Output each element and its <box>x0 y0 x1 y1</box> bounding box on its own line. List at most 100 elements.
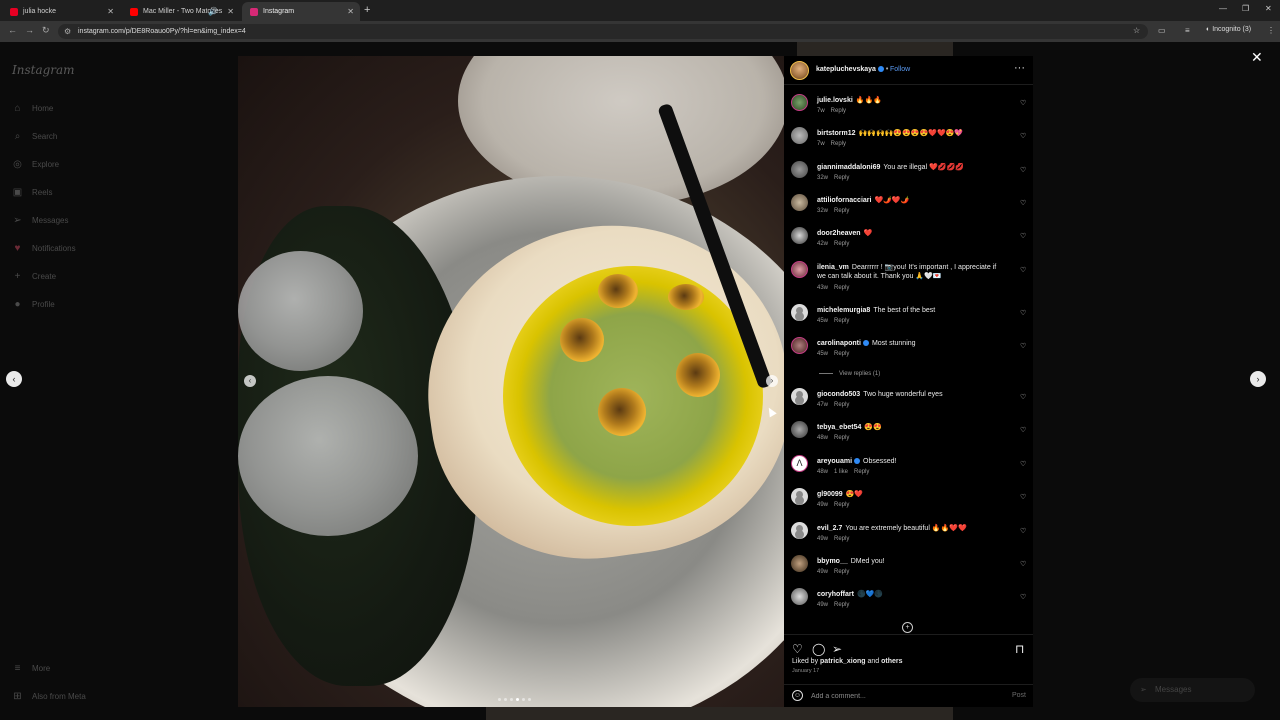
comment-avatar[interactable]: Λ <box>791 455 808 472</box>
incognito-badge[interactable]: ◐ Incognito (3) <box>1206 26 1251 33</box>
photo-prev-icon[interactable]: ‹ <box>244 375 256 387</box>
comment-username[interactable]: giannimaddaloni69 <box>817 164 880 171</box>
emoji-picker-icon[interactable]: ☺ <box>792 690 803 701</box>
comments-list[interactable]: julie.lovski 🔥🔥🔥 7w Reply ♡ birtstorm12 🙌🙌🙌… <box>784 94 1033 634</box>
comment-username[interactable]: coryhoffart <box>817 591 854 598</box>
like-comment-heart-icon[interactable]: ♡ <box>1020 199 1026 207</box>
share-send-icon[interactable]: ➢ <box>832 643 842 655</box>
reply-button[interactable]: Reply <box>834 502 849 508</box>
close-tab-icon[interactable]: ✕ <box>227 7 234 16</box>
previous-post-icon[interactable]: ‹ <box>6 371 22 387</box>
speaker-icon[interactable]: 🔊 <box>208 7 218 16</box>
load-more-comments-icon[interactable]: + <box>902 622 913 633</box>
save-bookmark-icon[interactable]: ⊓ <box>1015 643 1024 655</box>
browser-tab[interactable]: julia hocke ✕ <box>2 2 120 21</box>
sidebar-item-more[interactable]: ≡ More <box>12 663 51 674</box>
sidebar-item-also-from-meta[interactable]: ⊞ Also from Meta <box>12 691 86 702</box>
reply-button[interactable]: Reply <box>834 285 849 291</box>
like-comment-heart-icon[interactable]: ♡ <box>1020 132 1026 140</box>
reply-button[interactable]: Reply <box>834 175 849 181</box>
reply-button[interactable]: Reply <box>831 108 846 114</box>
restore-icon[interactable]: ❐ <box>1242 4 1249 13</box>
comment-avatar[interactable] <box>791 94 808 111</box>
next-post-icon[interactable]: › <box>1250 371 1266 387</box>
view-replies-button[interactable]: View replies (1) <box>819 371 880 377</box>
like-comment-heart-icon[interactable]: ♡ <box>1020 460 1026 468</box>
post-date[interactable]: January 17 <box>792 668 819 674</box>
author-username[interactable]: katepluchevskaya • <box>816 66 888 73</box>
menu-icon[interactable]: ⋮ <box>1267 26 1275 35</box>
like-comment-heart-icon[interactable]: ♡ <box>1020 99 1026 107</box>
messages-floating-button[interactable]: ➢ Messages <box>1130 678 1255 702</box>
comment-like-count[interactable]: 1 like <box>834 469 848 475</box>
comment-username[interactable]: attiliofornacciari <box>817 197 871 204</box>
like-heart-icon[interactable]: ♡ <box>792 643 803 655</box>
comment-avatar[interactable] <box>791 555 808 572</box>
sidebar-item-home[interactable]: ⌂ Home <box>12 103 53 114</box>
post-photo[interactable]: ‹ › <box>238 56 784 707</box>
sidebar-item-explore[interactable]: ◎ Explore <box>12 159 59 170</box>
photo-next-icon[interactable]: › <box>766 375 778 387</box>
reply-button[interactable]: Reply <box>834 402 849 408</box>
reply-button[interactable]: Reply <box>834 536 849 542</box>
comment-avatar[interactable] <box>791 388 808 405</box>
back-icon[interactable]: ← <box>8 25 17 35</box>
sidebar-item-profile[interactable]: ● Profile <box>12 299 54 310</box>
comment-username[interactable]: carolinaponti <box>817 340 869 347</box>
reply-button[interactable]: Reply <box>834 351 849 357</box>
like-comment-heart-icon[interactable]: ♡ <box>1020 393 1026 401</box>
post-comment-button[interactable]: Post <box>1012 692 1026 699</box>
comment-input[interactable] <box>811 689 1001 703</box>
like-comment-heart-icon[interactable]: ♡ <box>1020 309 1026 317</box>
close-tab-icon[interactable]: ✕ <box>107 7 114 16</box>
comment-avatar[interactable] <box>791 161 808 178</box>
comment-avatar[interactable] <box>791 194 808 211</box>
comment-avatar[interactable] <box>791 588 808 605</box>
comment-avatar[interactable] <box>791 227 808 244</box>
reply-button[interactable]: Reply <box>834 569 849 575</box>
like-comment-heart-icon[interactable]: ♡ <box>1020 232 1026 240</box>
sidebar-item-create[interactable]: + Create <box>12 271 56 282</box>
comment-username[interactable]: julie.lovski <box>817 97 853 104</box>
browser-tab[interactable]: Mac Miller - Two Matches 🔊 ✕ <box>122 2 240 21</box>
sidebar-item-search[interactable]: ⌕ Search <box>12 131 58 142</box>
reply-button[interactable]: Reply <box>834 241 849 247</box>
reply-button[interactable]: Reply <box>854 469 869 475</box>
sidebar-item-reels[interactable]: ▣ Reels <box>12 187 53 198</box>
comment-username[interactable]: gl90099 <box>817 491 843 498</box>
comment-avatar[interactable] <box>791 522 808 539</box>
reply-button[interactable]: Reply <box>834 602 849 608</box>
comment-avatar[interactable] <box>791 304 808 321</box>
reply-button[interactable]: Reply <box>834 435 849 441</box>
comment-avatar[interactable] <box>791 421 808 438</box>
star-icon[interactable]: ☆ <box>1133 26 1140 35</box>
reload-icon[interactable]: ↻ <box>42 25 50 36</box>
comment-avatar[interactable] <box>791 127 808 144</box>
sidebar-item-messages[interactable]: ➢ Messages <box>12 215 68 226</box>
close-tab-icon[interactable]: ✕ <box>347 7 354 16</box>
reading-mode-icon[interactable]: ▭ <box>1158 26 1166 35</box>
comment-username[interactable]: door2heaven <box>817 230 861 237</box>
sidebar-item-notifications[interactable]: ♥ Notifications <box>12 243 76 254</box>
comment-username[interactable]: giocondo503 <box>817 391 860 398</box>
instagram-logo[interactable]: Instagram <box>12 63 75 77</box>
close-icon[interactable]: ✕ <box>1251 50 1263 64</box>
like-comment-heart-icon[interactable]: ♡ <box>1020 560 1026 568</box>
like-comment-heart-icon[interactable]: ♡ <box>1020 593 1026 601</box>
reply-button[interactable]: Reply <box>834 318 849 324</box>
comment-username[interactable]: evil_2.7 <box>817 525 842 532</box>
comment-avatar[interactable] <box>791 261 808 278</box>
minimize-icon[interactable]: — <box>1219 4 1227 13</box>
comment-username[interactable]: birtstorm12 <box>817 130 856 137</box>
like-comment-heart-icon[interactable]: ♡ <box>1020 493 1026 501</box>
author-avatar[interactable] <box>790 61 809 80</box>
forward-icon[interactable]: → <box>25 25 34 35</box>
like-comment-heart-icon[interactable]: ♡ <box>1020 266 1026 274</box>
like-comment-heart-icon[interactable]: ♡ <box>1020 426 1026 434</box>
comment-avatar[interactable] <box>791 337 808 354</box>
comment-username[interactable]: tebya_ebet54 <box>817 424 861 431</box>
follow-button[interactable]: Follow <box>890 66 910 73</box>
like-comment-heart-icon[interactable]: ♡ <box>1020 166 1026 174</box>
liked-by-username[interactable]: patrick_xiong <box>820 658 866 665</box>
more-options-icon[interactable]: ··· <box>1014 62 1025 74</box>
